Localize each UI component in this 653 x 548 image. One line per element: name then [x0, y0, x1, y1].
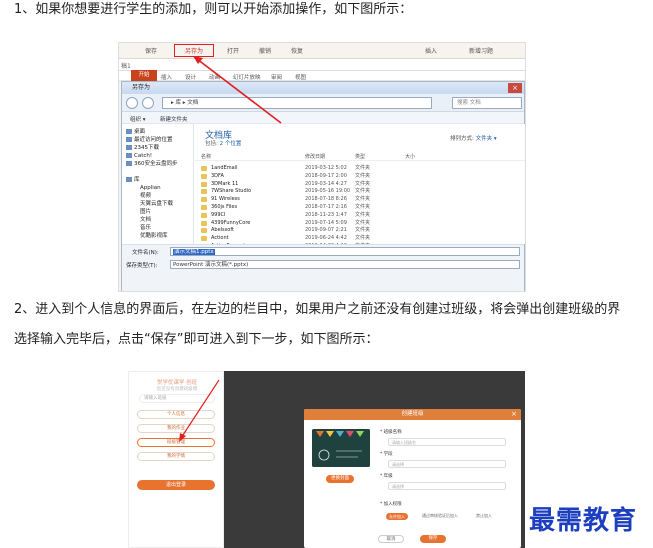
stage-select[interactable]: 请选择: [388, 460, 506, 468]
watermark-logo: 最需教育: [529, 506, 638, 536]
profile-sidebar: 悦学优课学·创班 您还没有创建班级哦 请输入班级 个人信息 我的作业 班级管理 …: [128, 371, 224, 548]
stage-label: * 学段: [380, 452, 393, 457]
change-cover-button[interactable]: 更换封面: [326, 475, 354, 483]
step-2-text-line-1: 2、进入到个人信息的界面后，在左边的栏目中，如果用户之前还没有创建过班级，将会弹…: [14, 302, 621, 317]
step-2-text-line-2: 选择输入完毕后，点击“保存”即可进入到下一步，如下图所示：: [14, 332, 379, 347]
modal-close-button[interactable]: ×: [511, 409, 517, 420]
class-name-label: * 班级名称: [380, 430, 402, 435]
modal-title: 创建班级: [304, 409, 521, 420]
save-button[interactable]: 保存: [420, 535, 446, 543]
grade-label: * 年级: [380, 474, 393, 479]
create-class-modal: 创建班级 × 更换封面 * 班级名称 请输入班级名 * 学段 请选择 * 年级 …: [304, 409, 521, 548]
red-pointer-arrow: [179, 379, 220, 442]
join-permission-label: * 加入权限: [380, 502, 402, 507]
cancel-button[interactable]: 取消: [378, 535, 404, 543]
red-pointer-arrow: [193, 56, 282, 124]
step-1-text: 1、如果你想要进行学生的添加，则可以开始添加操作，如下图所示：: [14, 2, 413, 17]
radio-allow-join[interactable]: 允许加入: [386, 513, 408, 520]
radio-forbid-join[interactable]: 禁止加入: [476, 513, 492, 519]
screenshot-save-as: 保存 另存为 打开 撤销 恢复 插入 新增习题 稿1 开始 插入 设计 动画 幻…: [118, 42, 526, 292]
radio-verify-join[interactable]: 通过审核验证后加入: [422, 513, 458, 519]
screenshot-create-class: 悦学优课学·创班 您还没有创建班级哦 请输入班级 个人信息 我的作业 班级管理 …: [128, 371, 525, 548]
class-cover-image: [312, 429, 370, 467]
grade-select[interactable]: 请选择: [388, 482, 506, 490]
class-name-input[interactable]: 请输入班级名: [388, 438, 506, 446]
